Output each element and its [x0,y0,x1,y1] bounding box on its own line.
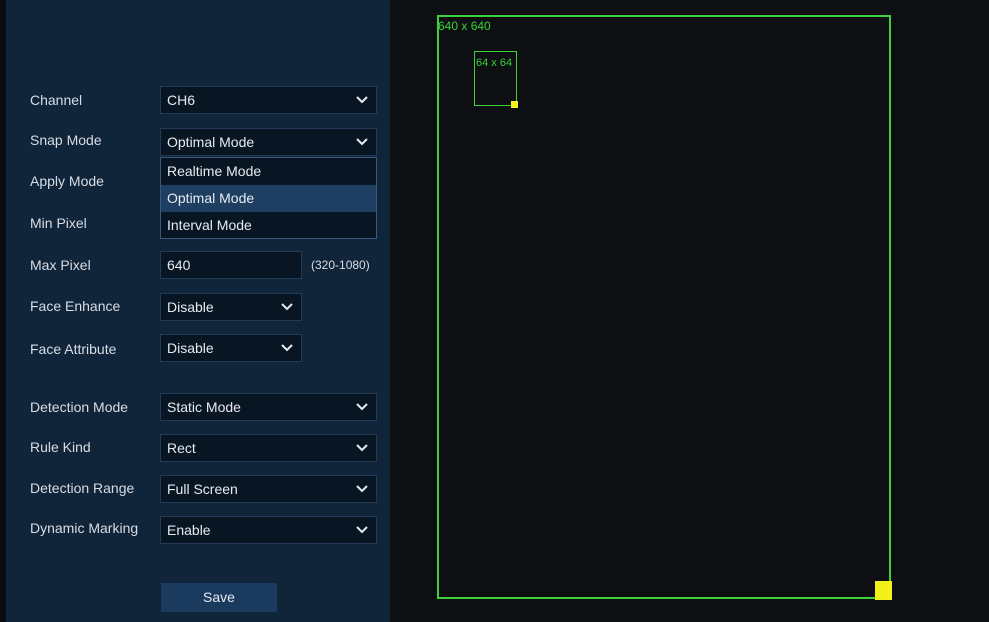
snap-mode-select[interactable]: Optimal Mode [160,128,377,156]
max-box-label: 640 x 640 [438,19,491,33]
chevron-down-icon [281,343,293,353]
min-box-label: 64 x 64 [476,57,513,69]
channel-label: Channel [30,92,83,108]
max-box-resize-handle[interactable] [875,581,892,600]
detection-mode-value: Static Mode [167,399,241,415]
channel-value: CH6 [167,92,196,108]
chevron-down-icon [281,302,293,312]
snap-mode-value: Optimal Mode [167,134,255,150]
chevron-down-icon [356,484,368,494]
detection-mode-select[interactable]: Static Mode [160,393,377,421]
face-attribute-label: Face Attribute [30,341,117,357]
save-button[interactable]: Save [161,583,277,612]
detection-range-value: Full Screen [167,481,238,497]
max-pixel-range-hint: (320-1080) [311,258,370,272]
snap-mode-label: Snap Mode [30,132,102,148]
rule-kind-label: Rule Kind [30,439,91,455]
face-detection-settings-screen: Channel CH6 Snap Mode Optimal Mode Apply… [0,0,989,622]
rule-kind-select[interactable]: Rect [160,434,377,462]
face-attribute-value: Disable [167,340,214,356]
apply-mode-label: Apply Mode [30,173,104,189]
dynamic-marking-label: Dynamic Marking [30,520,139,536]
channel-select[interactable]: CH6 [160,86,377,114]
chevron-down-icon [356,402,368,412]
dynamic-marking-select[interactable]: Enable [160,516,377,544]
chevron-down-icon [356,137,368,147]
face-enhance-select[interactable]: Disable [160,293,302,321]
chevron-down-icon [356,95,368,105]
min-box-resize-handle[interactable] [511,101,518,108]
max-pixel-label: Max Pixel [30,257,91,273]
dropdown-option-optimal[interactable]: Optimal Mode [161,185,376,212]
detection-range-label: Detection Range [30,480,135,496]
min-pixel-label: Min Pixel [30,215,87,231]
rule-kind-value: Rect [167,440,196,456]
face-enhance-value: Disable [167,299,214,315]
detection-range-select[interactable]: Full Screen [160,475,377,503]
detection-mode-label: Detection Mode [30,399,129,415]
dropdown-option-interval[interactable]: Interval Mode [161,212,376,239]
dynamic-marking-value: Enable [167,522,211,538]
chevron-down-icon [356,443,368,453]
face-attribute-select[interactable]: Disable [160,334,302,362]
max-pixel-input[interactable]: 640 [160,251,302,279]
max-pixel-value: 640 [167,257,191,273]
face-enhance-label: Face Enhance [30,298,121,314]
snap-mode-dropdown: Realtime Mode Optimal Mode Interval Mode [160,157,377,239]
settings-panel: Channel CH6 Snap Mode Optimal Mode Apply… [6,0,390,622]
dropdown-option-realtime[interactable]: Realtime Mode [161,158,376,185]
chevron-down-icon [356,525,368,535]
